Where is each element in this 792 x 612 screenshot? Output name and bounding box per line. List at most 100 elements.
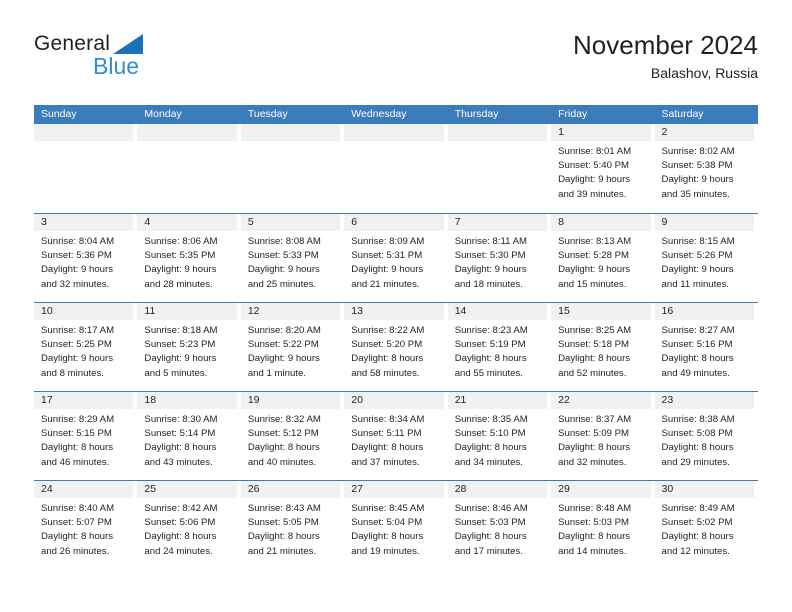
day-info: Sunrise: 8:04 AM Sunset: 5:36 PM Dayligh… [34,231,133,292]
sunset-text: Sunset: 5:18 PM [558,339,630,351]
logo-triangle-icon [113,34,143,54]
day-cell[interactable]: 9 Sunrise: 8:15 AM Sunset: 5:26 PM Dayli… [654,214,758,302]
day-cell[interactable]: 14 Sunrise: 8:23 AM Sunset: 5:19 PM Dayl… [447,303,551,391]
day-cell[interactable]: 5 Sunrise: 8:08 AM Sunset: 5:33 PM Dayli… [240,214,344,302]
daylight-text-line1: Daylight: 9 hours [351,264,424,276]
calendar-week-row: 24 Sunrise: 8:40 AM Sunset: 5:07 PM Dayl… [34,480,758,569]
sunrise-text: Sunrise: 8:29 AM [41,414,115,425]
day-cell[interactable]: 25 Sunrise: 8:42 AM Sunset: 5:06 PM Dayl… [137,481,240,569]
day-number: 24 [34,481,134,498]
day-info: Sunrise: 8:09 AM Sunset: 5:31 PM Dayligh… [344,231,443,292]
calendar-week-row: 10 Sunrise: 8:17 AM Sunset: 5:25 PM Dayl… [34,302,758,391]
day-cell[interactable]: 10 Sunrise: 8:17 AM Sunset: 5:25 PM Dayl… [34,303,137,391]
day-cell [344,124,447,213]
day-cell[interactable]: 8 Sunrise: 8:13 AM Sunset: 5:28 PM Dayli… [551,214,654,302]
day-cell[interactable]: 6 Sunrise: 8:09 AM Sunset: 5:31 PM Dayli… [344,214,447,302]
day-cell[interactable]: 24 Sunrise: 8:40 AM Sunset: 5:07 PM Dayl… [34,481,137,569]
day-cell[interactable]: 20 Sunrise: 8:34 AM Sunset: 5:11 PM Dayl… [344,392,447,480]
day-cell[interactable]: 28 Sunrise: 8:46 AM Sunset: 5:03 PM Dayl… [447,481,551,569]
title-block: November 2024 Balashov, Russia [573,28,758,84]
sunset-text: Sunset: 5:31 PM [351,250,423,262]
day-cell[interactable]: 1 Sunrise: 8:01 AM Sunset: 5:40 PM Dayli… [551,124,654,213]
day-cell[interactable]: 4 Sunrise: 8:06 AM Sunset: 5:35 PM Dayli… [137,214,240,302]
day-cell[interactable]: 21 Sunrise: 8:35 AM Sunset: 5:10 PM Dayl… [447,392,551,480]
daylight-text-line1: Daylight: 8 hours [558,531,631,543]
daylight-text-line2: and 39 minutes. [558,188,627,200]
day-cell[interactable]: 15 Sunrise: 8:25 AM Sunset: 5:18 PM Dayl… [551,303,654,391]
sunset-text: Sunset: 5:22 PM [247,339,319,351]
day-cell [34,124,137,213]
day-cell[interactable]: 3 Sunrise: 8:04 AM Sunset: 5:36 PM Dayli… [34,214,137,302]
daylight-text-line2: and 32 minutes. [558,456,627,468]
daylight-text-line2: and 40 minutes. [247,456,317,468]
daylight-text-line2: and 5 minutes. [144,367,208,379]
day-cell[interactable]: 26 Sunrise: 8:43 AM Sunset: 5:05 PM Dayl… [240,481,344,569]
day-cell[interactable]: 16 Sunrise: 8:27 AM Sunset: 5:16 PM Dayl… [654,303,758,391]
day-info: Sunrise: 8:40 AM Sunset: 5:07 PM Dayligh… [34,498,133,559]
day-cell[interactable]: 22 Sunrise: 8:37 AM Sunset: 5:09 PM Dayl… [551,392,654,480]
sunset-text: Sunset: 5:06 PM [144,517,216,529]
day-info: Sunrise: 8:43 AM Sunset: 5:05 PM Dayligh… [241,498,340,559]
daylight-text-line1: Daylight: 8 hours [454,531,527,543]
daylight-text-line2: and 37 minutes. [351,456,420,468]
sunrise-text: Sunrise: 8:37 AM [558,414,632,425]
sunset-text: Sunset: 5:33 PM [247,250,319,262]
day-cell[interactable]: 2 Sunrise: 8:02 AM Sunset: 5:38 PM Dayli… [654,124,758,213]
day-number: 3 [34,214,134,231]
day-info: Sunrise: 8:45 AM Sunset: 5:04 PM Dayligh… [344,498,443,559]
daylight-text-line1: Daylight: 8 hours [661,442,734,454]
daylight-text-line2: and 11 minutes. [661,278,730,290]
daylight-text-line1: Daylight: 8 hours [144,531,217,543]
day-cell[interactable]: 7 Sunrise: 8:11 AM Sunset: 5:30 PM Dayli… [447,214,551,302]
day-cell[interactable]: 30 Sunrise: 8:49 AM Sunset: 5:02 PM Dayl… [654,481,758,569]
day-cell[interactable]: 23 Sunrise: 8:38 AM Sunset: 5:08 PM Dayl… [654,392,758,480]
daylight-text-line2: and 46 minutes. [41,456,110,468]
sunrise-text: Sunrise: 8:35 AM [454,414,528,425]
day-number: 26 [240,481,341,498]
day-cell[interactable]: 12 Sunrise: 8:20 AM Sunset: 5:22 PM Dayl… [240,303,344,391]
daylight-text-line1: Daylight: 8 hours [558,442,631,454]
daylight-text-line1: Daylight: 9 hours [247,264,320,276]
daylight-text-line1: Daylight: 9 hours [144,264,217,276]
general-blue-logo[interactable]: General Blue [34,32,234,88]
sunset-text: Sunset: 5:40 PM [558,160,630,172]
sunrise-text: Sunrise: 8:40 AM [41,503,115,514]
daylight-text-line2: and 12 minutes. [661,545,730,557]
day-number: 18 [137,392,237,409]
sunset-text: Sunset: 5:09 PM [558,428,630,440]
sunrise-text: Sunrise: 8:42 AM [144,503,218,514]
day-cell [137,124,240,213]
day-cell[interactable]: 18 Sunrise: 8:30 AM Sunset: 5:14 PM Dayl… [137,392,240,480]
day-number: 1 [551,124,651,141]
daylight-text-line2: and 14 minutes. [558,545,627,557]
day-cell[interactable]: 17 Sunrise: 8:29 AM Sunset: 5:15 PM Dayl… [34,392,137,480]
day-info [137,141,236,145]
day-number: 6 [344,214,444,231]
day-number: 28 [447,481,548,498]
day-number [34,124,134,141]
day-cell[interactable]: 19 Sunrise: 8:32 AM Sunset: 5:12 PM Dayl… [240,392,344,480]
day-cell[interactable]: 27 Sunrise: 8:45 AM Sunset: 5:04 PM Dayl… [344,481,447,569]
sunrise-text: Sunrise: 8:02 AM [661,146,735,157]
sunrise-text: Sunrise: 8:49 AM [661,503,735,514]
sunrise-text: Sunrise: 8:20 AM [247,325,321,336]
daylight-text-line1: Daylight: 9 hours [247,353,320,365]
day-number: 5 [240,214,341,231]
daylight-text-line2: and 21 minutes. [247,545,317,557]
daylight-text-line1: Daylight: 8 hours [661,531,734,543]
sunset-text: Sunset: 5:12 PM [247,428,319,440]
daylight-text-line1: Daylight: 8 hours [41,531,113,543]
sunrise-text: Sunrise: 8:13 AM [558,236,632,247]
weekday-header-friday: Friday [558,108,588,120]
sunset-text: Sunset: 5:08 PM [661,428,733,440]
day-cell[interactable]: 29 Sunrise: 8:48 AM Sunset: 5:03 PM Dayl… [551,481,654,569]
sunrise-text: Sunrise: 8:04 AM [41,236,115,247]
day-info: Sunrise: 8:32 AM Sunset: 5:12 PM Dayligh… [241,409,340,470]
day-info: Sunrise: 8:42 AM Sunset: 5:06 PM Dayligh… [137,498,236,559]
day-cell[interactable]: 11 Sunrise: 8:18 AM Sunset: 5:23 PM Dayl… [137,303,240,391]
daylight-text-line1: Daylight: 8 hours [41,442,113,454]
day-cell[interactable]: 13 Sunrise: 8:22 AM Sunset: 5:20 PM Dayl… [344,303,447,391]
sunset-text: Sunset: 5:36 PM [41,250,112,262]
day-number: 17 [34,392,134,409]
day-number: 23 [654,392,754,409]
